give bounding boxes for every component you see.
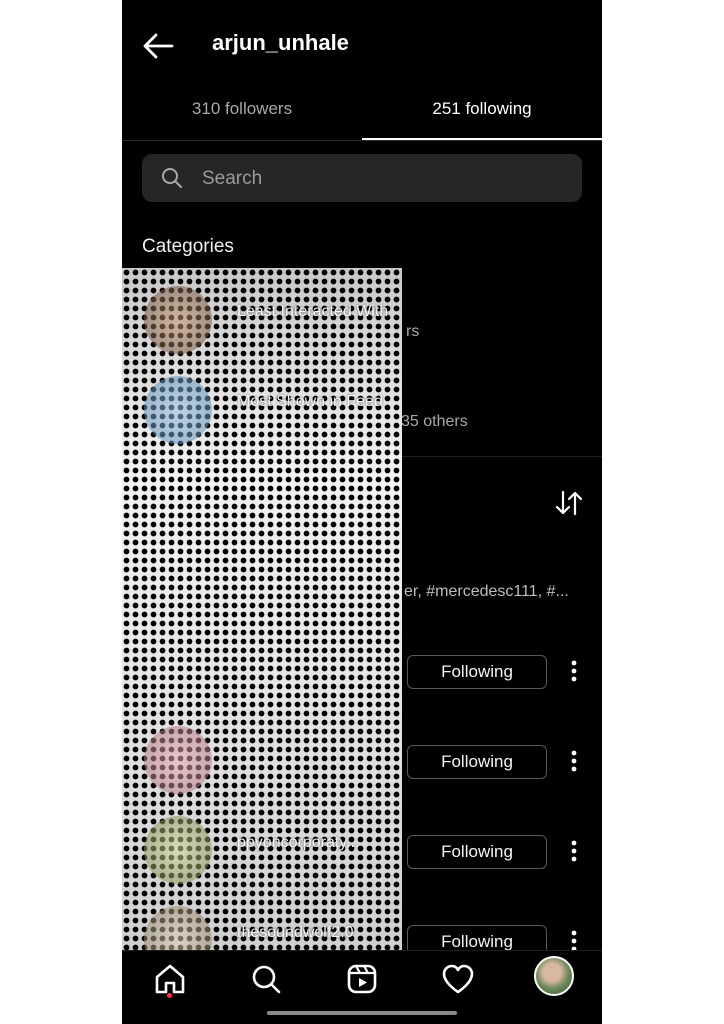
following-button[interactable]: Following bbox=[407, 745, 547, 779]
following-button[interactable]: Following bbox=[407, 655, 547, 689]
search-icon bbox=[162, 168, 182, 188]
username: thesoundwolf2.0 bbox=[237, 924, 354, 941]
sort-arrows-icon[interactable] bbox=[554, 488, 584, 518]
search-icon[interactable] bbox=[246, 959, 286, 999]
heart-icon[interactable] bbox=[438, 959, 478, 999]
redaction-overlay: Least Interacted With Most Shown in Feed… bbox=[122, 268, 402, 974]
tab-bar: 310 followers 251 following bbox=[122, 90, 602, 141]
tab-followers[interactable]: 310 followers bbox=[122, 90, 362, 140]
search-input[interactable] bbox=[200, 154, 564, 204]
tab-following[interactable]: 251 following bbox=[362, 90, 602, 140]
page-title: arjun_unhale bbox=[212, 30, 349, 55]
following-button[interactable]: Following bbox=[407, 835, 547, 869]
tab-following-label: 251 following bbox=[432, 99, 532, 118]
hashtags-text: er, #mercedesc111, #... bbox=[404, 583, 569, 600]
categories-heading: Categories bbox=[142, 236, 234, 257]
more-vertical-icon[interactable] bbox=[562, 745, 586, 777]
category-1-name: Least Interacted With bbox=[237, 303, 389, 320]
avatar bbox=[144, 286, 212, 354]
bottom-nav bbox=[122, 950, 602, 1024]
avatar bbox=[144, 726, 212, 794]
avatar bbox=[144, 816, 212, 884]
active-tab-indicator bbox=[362, 138, 602, 140]
avatar bbox=[144, 376, 212, 444]
header: arjun_unhale bbox=[122, 0, 602, 90]
avatar[interactable] bbox=[534, 956, 574, 996]
home-indicator bbox=[267, 1011, 457, 1015]
notification-dot bbox=[167, 993, 172, 998]
username: ppyoncorporaty... bbox=[237, 834, 360, 851]
category-1-subtitle: rs bbox=[406, 323, 420, 340]
category-2-name: Most Shown in Feed bbox=[237, 393, 383, 410]
phone-screen: arjun_unhale 310 followers 251 following… bbox=[122, 0, 602, 1024]
category-2-subtitle: 35 others bbox=[401, 413, 468, 430]
arrow-left-icon[interactable] bbox=[140, 28, 176, 64]
more-vertical-icon[interactable] bbox=[562, 655, 586, 687]
search-bar[interactable] bbox=[142, 154, 582, 204]
reels-icon[interactable] bbox=[342, 959, 382, 999]
more-vertical-icon[interactable] bbox=[562, 835, 586, 867]
